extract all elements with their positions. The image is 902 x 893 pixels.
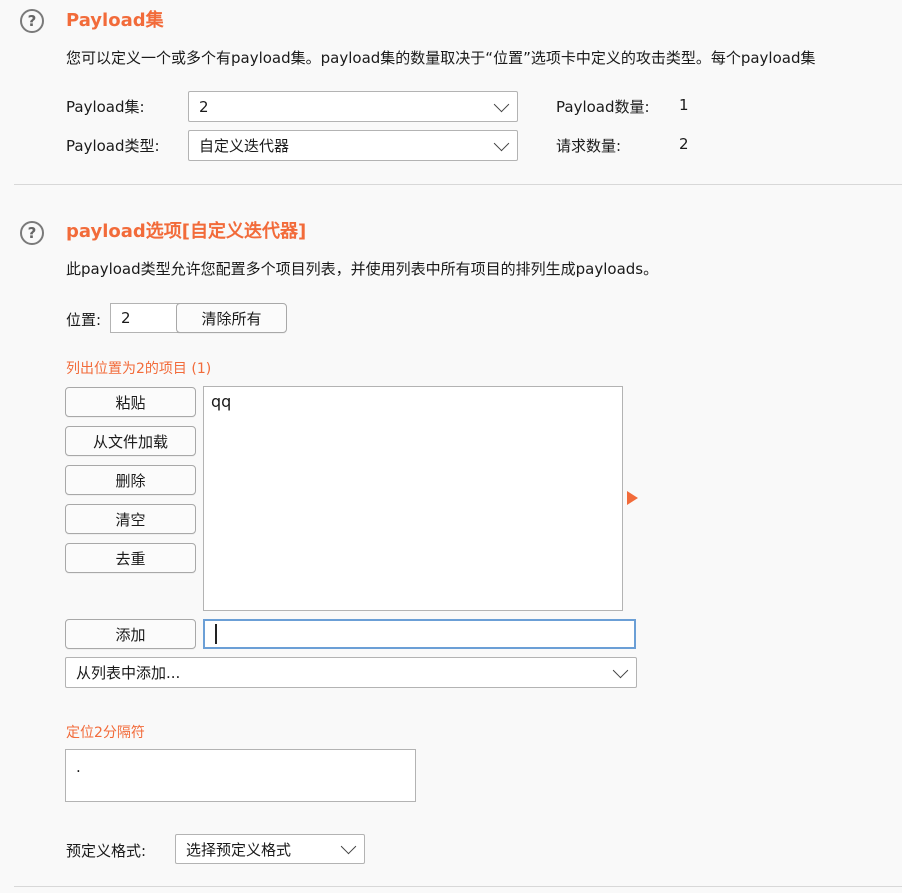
payload-sets-title: Payload集: [66, 10, 164, 31]
text-cursor: [215, 624, 217, 644]
add-button[interactable]: 添加: [65, 619, 196, 649]
section-divider: [14, 184, 902, 185]
payload-set-select[interactable]: 2: [188, 91, 518, 122]
separator-textarea[interactable]: .: [65, 749, 416, 802]
payload-count-label: Payload数量:: [556, 98, 650, 116]
payload-count-value: 1: [679, 96, 689, 114]
add-item-input[interactable]: [203, 619, 636, 649]
payload-sets-description: 您可以定义一个或多个有payload集。payload集的数量取决于“位置”选项…: [66, 49, 816, 67]
chevron-down-icon: [493, 96, 510, 112]
load-from-file-button[interactable]: 从文件加载: [65, 426, 196, 456]
clear-button[interactable]: 清空: [65, 504, 196, 534]
list-heading: 列出位置为2的项目 (1): [66, 361, 212, 377]
payload-list[interactable]: qq: [203, 386, 623, 611]
payload-options-title: payload选项[自定义迭代器]: [66, 221, 307, 242]
remove-button[interactable]: 删除: [65, 465, 196, 495]
section-divider: [14, 886, 902, 887]
help-icon[interactable]: ?: [20, 221, 44, 245]
chevron-down-icon: [340, 838, 357, 855]
predefined-format-label: 预定义格式:: [66, 842, 147, 860]
add-from-list-select[interactable]: 从列表中添加...: [65, 657, 637, 688]
payload-type-select[interactable]: 自定义迭代器: [188, 130, 518, 161]
payload-set-value: 2: [199, 97, 209, 116]
predefined-format-select[interactable]: 选择预定义格式: [175, 834, 365, 864]
deduplicate-button[interactable]: 去重: [65, 543, 196, 573]
add-from-list-label: 从列表中添加...: [76, 664, 181, 682]
payload-type-label: Payload类型:: [66, 137, 160, 155]
position-value: 2: [121, 309, 131, 327]
position-label: 位置:: [66, 311, 102, 329]
payload-set-label: Payload集:: [66, 98, 145, 116]
paste-button[interactable]: 粘贴: [65, 387, 196, 417]
request-count-value: 2: [679, 135, 689, 153]
clear-all-button[interactable]: 清除所有: [176, 303, 287, 333]
chevron-down-icon: [612, 662, 629, 678]
separator-value: .: [76, 758, 81, 776]
chevron-down-icon: [493, 135, 510, 151]
help-icon[interactable]: ?: [20, 9, 44, 33]
expand-arrow-icon[interactable]: [627, 491, 638, 505]
payload-options-description: 此payload类型允许您配置多个项目列表，并使用列表中所有项目的排列生成pay…: [66, 260, 659, 278]
list-item[interactable]: qq: [211, 392, 231, 411]
predefined-format-value: 选择预定义格式: [186, 840, 292, 859]
separator-label: 定位2分隔符: [66, 725, 145, 741]
request-count-label: 请求数量:: [556, 137, 622, 155]
position-spinner[interactable]: 2: [110, 303, 180, 333]
payload-type-value: 自定义迭代器: [199, 137, 290, 155]
